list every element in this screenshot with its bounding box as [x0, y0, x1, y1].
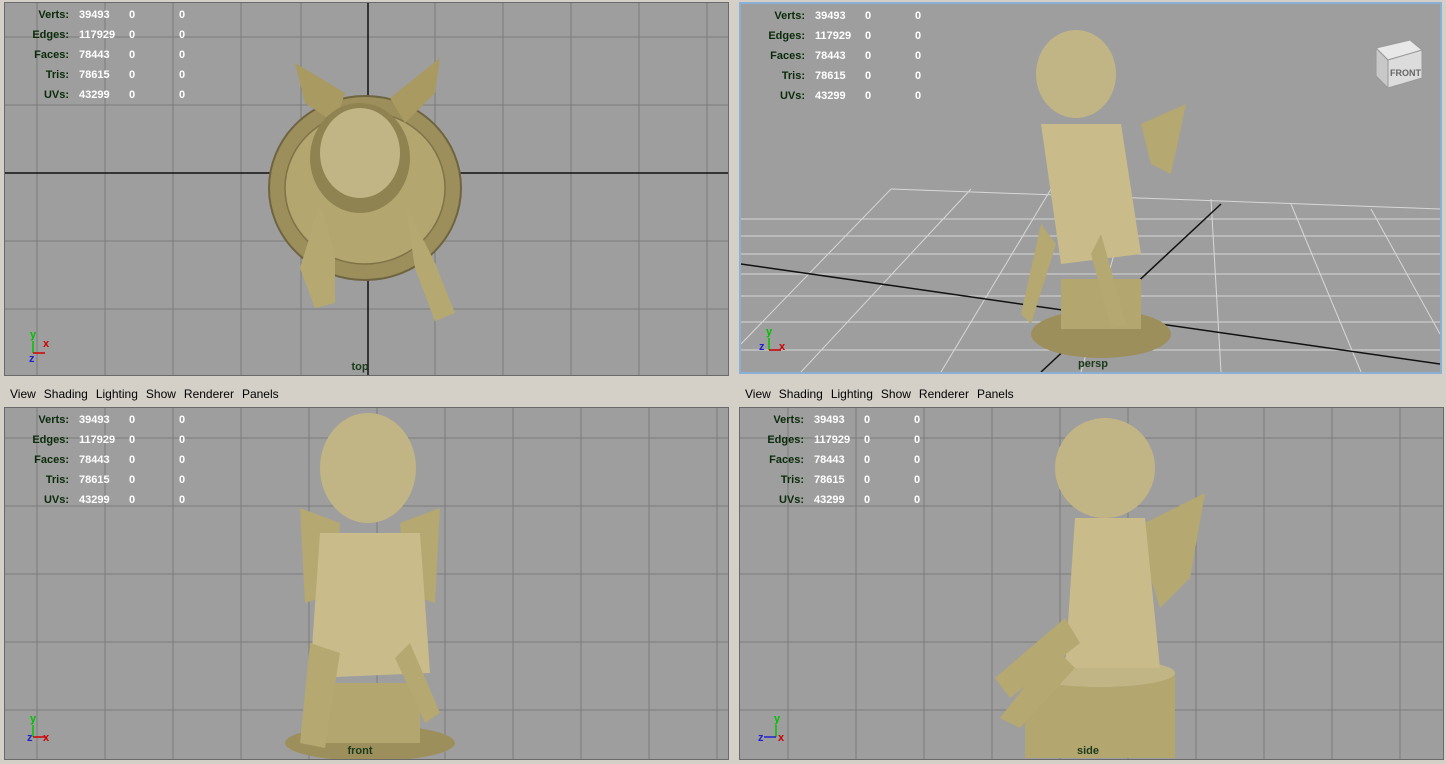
- axis-indicator: y z x: [758, 713, 785, 744]
- panel-menubar: View Shading Lighting Show Renderer Pane…: [0, 382, 731, 406]
- axis-y-label: y: [30, 713, 37, 725]
- panel-menubar: View Shading Lighting Show Renderer Pane…: [735, 382, 1446, 406]
- camera-label-persp: persp: [1078, 358, 1108, 370]
- axis-indicator: y x z: [27, 713, 50, 744]
- axis-z-label: z: [27, 732, 33, 744]
- viewport-side[interactable]: Verts: 39493 0 0 Edges: 117929 0 0 Faces: 78443…: [739, 407, 1444, 760]
- axis-y-label: y: [30, 329, 37, 341]
- menu-view[interactable]: View: [6, 387, 40, 401]
- menu-lighting[interactable]: Lighting: [92, 387, 142, 401]
- axis-indicator: y x z: [759, 326, 786, 353]
- menu-show[interactable]: Show: [877, 387, 915, 401]
- statue-side-view: [995, 418, 1205, 758]
- stats-hud: Verts: 39493 0 0 Edges: 117929 0 0 Faces: 78443…: [768, 10, 922, 102]
- viewcube[interactable]: FRONT: [1366, 32, 1430, 96]
- menu-panels[interactable]: Panels: [238, 387, 283, 401]
- axis-z-label: z: [759, 341, 765, 353]
- menu-shading[interactable]: Shading: [775, 387, 827, 401]
- menu-view[interactable]: View: [741, 387, 775, 401]
- viewcube-label: FRONT: [1390, 68, 1421, 78]
- statue-top-view: [268, 58, 462, 321]
- statue-persp-view: [1021, 30, 1186, 358]
- viewport-panel-persp: FRONT Verts: 39493 0 0 Edges: 117929 0 0 Faces…: [735, 0, 1446, 378]
- menu-renderer[interactable]: Renderer: [180, 387, 238, 401]
- axis-y-label: y: [774, 713, 781, 725]
- stats-hud: Verts: 39493 0 0 Edges: 117929 0 0 Faces: 78443…: [32, 9, 186, 101]
- viewport-persp[interactable]: FRONT Verts: 39493 0 0 Edges: 117929 0 0 Faces…: [739, 2, 1442, 374]
- stats-hud: Verts: 39493 0 0 Edges: 117929 0 0 Faces: 78443…: [32, 414, 186, 506]
- axis-x-label: x: [43, 338, 50, 350]
- menu-lighting[interactable]: Lighting: [827, 387, 877, 401]
- viewport-panel-top: Verts: 39493 0 0 Edges: 117929 0 0 Faces: 78443…: [0, 0, 731, 378]
- axis-y-label: y: [766, 326, 773, 338]
- menu-panels[interactable]: Panels: [973, 387, 1018, 401]
- axis-z-label: z: [29, 353, 35, 363]
- viewport-panel-side: View Shading Lighting Show Renderer Pane…: [735, 382, 1446, 764]
- menu-show[interactable]: Show: [142, 387, 180, 401]
- statue-front-view: [285, 413, 455, 759]
- viewport-top[interactable]: Verts: 39493 0 0 Edges: 117929 0 0 Faces: 78443…: [4, 2, 729, 376]
- axis-indicator: y x z: [29, 329, 50, 363]
- menu-shading[interactable]: Shading: [40, 387, 92, 401]
- stats-hud: Verts: 39493 0 0 Edges: 117929 0 0 Faces: 78443…: [767, 414, 921, 506]
- viewport-panel-front: View Shading Lighting Show Renderer Pane…: [0, 382, 731, 764]
- camera-label-top: top: [351, 361, 369, 373]
- menu-renderer[interactable]: Renderer: [915, 387, 973, 401]
- axis-z-label: z: [758, 732, 764, 744]
- axis-x-label: x: [779, 341, 786, 353]
- axis-x-label: x: [778, 732, 785, 744]
- camera-label-front: front: [347, 745, 373, 757]
- viewport-front[interactable]: Verts: 39493 0 0 Edges: 117929 0 0 Faces: 78443…: [4, 407, 729, 760]
- camera-label-side: side: [1076, 745, 1100, 757]
- axis-x-label: x: [43, 732, 50, 744]
